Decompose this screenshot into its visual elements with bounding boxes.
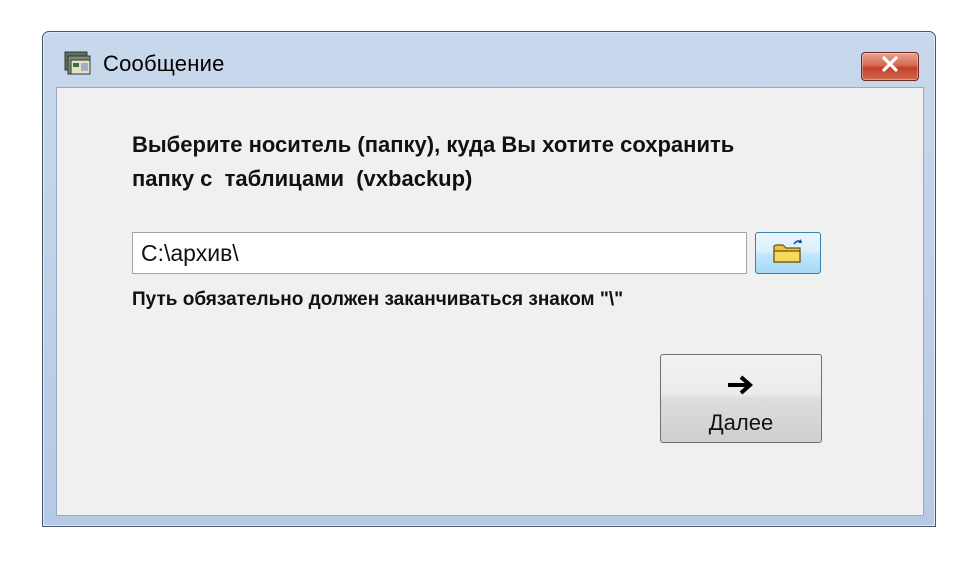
prompt-message: Выберите носитель (папку), куда Вы хотит… (132, 128, 832, 196)
window-title: Сообщение (103, 51, 225, 76)
title-bar[interactable]: Сообщение (43, 32, 935, 84)
app-window-icon (63, 49, 93, 77)
close-x-icon (880, 56, 900, 77)
arrow-right-icon (727, 373, 755, 397)
prompt-line-2: папку с таблицами (vxbackup) (132, 166, 473, 191)
dialog-content: Выберите носитель (папку), куда Вы хотит… (56, 87, 924, 516)
prompt-line-1: Выберите носитель (папку), куда Вы хотит… (132, 132, 735, 157)
close-button[interactable] (861, 52, 919, 81)
next-button-label: Далее (708, 410, 774, 435)
path-input[interactable] (132, 232, 747, 274)
browse-folder-button[interactable] (755, 232, 821, 274)
path-hint: Путь обязательно должен заканчиваться зн… (132, 289, 624, 310)
dialog-window: Сообщение Выберите носитель (папку), куд… (42, 31, 936, 527)
folder-open-icon (772, 237, 804, 270)
next-button[interactable]: Далее (660, 354, 822, 443)
